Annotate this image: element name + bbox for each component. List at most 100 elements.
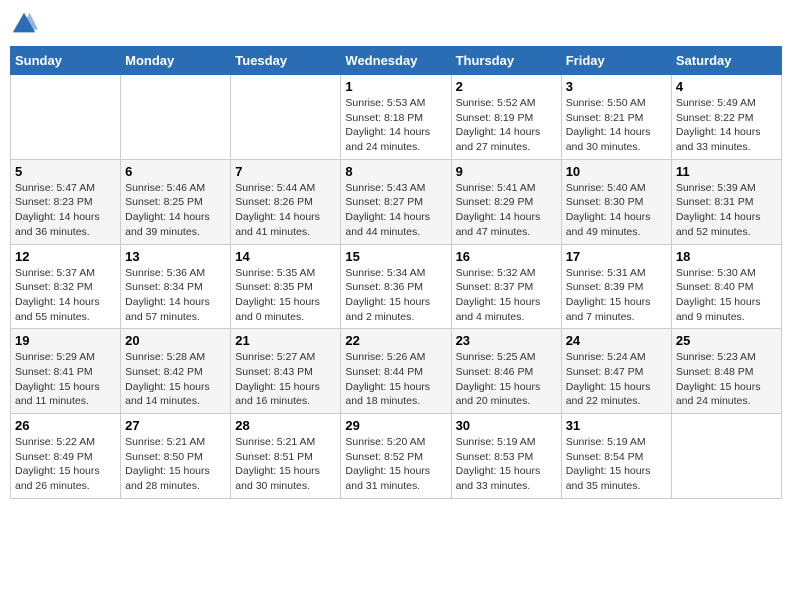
day-number: 29	[345, 418, 446, 433]
day-info: Sunrise: 5:53 AM Sunset: 8:18 PM Dayligh…	[345, 96, 446, 155]
day-number: 21	[235, 333, 336, 348]
day-number: 5	[15, 164, 116, 179]
page-header	[10, 10, 782, 38]
day-info: Sunrise: 5:19 AM Sunset: 8:54 PM Dayligh…	[566, 435, 667, 494]
day-info: Sunrise: 5:41 AM Sunset: 8:29 PM Dayligh…	[456, 181, 557, 240]
calendar-cell: 18Sunrise: 5:30 AM Sunset: 8:40 PM Dayli…	[671, 244, 781, 329]
calendar-cell: 11 Sunrise: 5:39 AM Sunset: 8:31 PM Dayli…	[671, 159, 781, 244]
day-number: 27	[125, 418, 226, 433]
day-number: 12	[15, 249, 116, 264]
day-number: 7	[235, 164, 336, 179]
weekday-header-cell: Saturday	[671, 47, 781, 75]
weekday-header-cell: Wednesday	[341, 47, 451, 75]
day-number: 31	[566, 418, 667, 433]
day-number: 11	[676, 164, 777, 179]
day-number: 30	[456, 418, 557, 433]
day-number: 1	[345, 79, 446, 94]
day-info: Sunrise: 5:40 AM Sunset: 8:30 PM Dayligh…	[566, 181, 667, 240]
weekday-header-cell: Sunday	[11, 47, 121, 75]
day-info: Sunrise: 5:34 AM Sunset: 8:36 PM Dayligh…	[345, 266, 446, 325]
day-info: Sunrise: 5:52 AM Sunset: 8:19 PM Dayligh…	[456, 96, 557, 155]
day-number: 17	[566, 249, 667, 264]
day-info: Sunrise: 5:50 AM Sunset: 8:21 PM Dayligh…	[566, 96, 667, 155]
calendar-cell: 29 Sunrise: 5:20 AM Sunset: 8:52 PM Dayli…	[341, 414, 451, 499]
day-info: Sunrise: 5:23 AM Sunset: 8:48 PM Dayligh…	[676, 350, 777, 409]
day-number: 20	[125, 333, 226, 348]
calendar-cell: 4Sunrise: 5:49 AM Sunset: 8:22 PM Daylig…	[671, 75, 781, 160]
day-info: Sunrise: 5:36 AM Sunset: 8:34 PM Dayligh…	[125, 266, 226, 325]
calendar-week-row: 5 Sunrise: 5:47 AM Sunset: 8:23 PM Daylig…	[11, 159, 782, 244]
calendar-cell: 2 Sunrise: 5:52 AM Sunset: 8:19 PM Daylig…	[451, 75, 561, 160]
day-info: Sunrise: 5:47 AM Sunset: 8:23 PM Dayligh…	[15, 181, 116, 240]
day-info: Sunrise: 5:39 AM Sunset: 8:31 PM Dayligh…	[676, 181, 777, 240]
calendar-cell: 25Sunrise: 5:23 AM Sunset: 8:48 PM Dayli…	[671, 329, 781, 414]
calendar-cell: 3 Sunrise: 5:50 AM Sunset: 8:21 PM Daylig…	[561, 75, 671, 160]
weekday-header-cell: Monday	[121, 47, 231, 75]
day-info: Sunrise: 5:49 AM Sunset: 8:22 PM Dayligh…	[676, 96, 777, 155]
calendar-cell: 13Sunrise: 5:36 AM Sunset: 8:34 PM Dayli…	[121, 244, 231, 329]
calendar-cell: 21 Sunrise: 5:27 AM Sunset: 8:43 PM Dayli…	[231, 329, 341, 414]
calendar-cell: 15 Sunrise: 5:34 AM Sunset: 8:36 PM Dayli…	[341, 244, 451, 329]
calendar-cell: 27 Sunrise: 5:21 AM Sunset: 8:50 PM Dayli…	[121, 414, 231, 499]
day-number: 18	[676, 249, 777, 264]
calendar-week-row: 19 Sunrise: 5:29 AM Sunset: 8:41 PM Dayli…	[11, 329, 782, 414]
calendar-cell: 19 Sunrise: 5:29 AM Sunset: 8:41 PM Dayli…	[11, 329, 121, 414]
day-info: Sunrise: 5:21 AM Sunset: 8:50 PM Dayligh…	[125, 435, 226, 494]
day-number: 16	[456, 249, 557, 264]
day-number: 15	[345, 249, 446, 264]
calendar-cell: 6 Sunrise: 5:46 AM Sunset: 8:25 PM Daylig…	[121, 159, 231, 244]
calendar-cell: 5 Sunrise: 5:47 AM Sunset: 8:23 PM Daylig…	[11, 159, 121, 244]
calendar-cell: 10 Sunrise: 5:40 AM Sunset: 8:30 PM Dayli…	[561, 159, 671, 244]
day-info: Sunrise: 5:20 AM Sunset: 8:52 PM Dayligh…	[345, 435, 446, 494]
day-number: 24	[566, 333, 667, 348]
day-info: Sunrise: 5:21 AM Sunset: 8:51 PM Dayligh…	[235, 435, 336, 494]
day-info: Sunrise: 5:37 AM Sunset: 8:32 PM Dayligh…	[15, 266, 116, 325]
calendar-week-row: 12 Sunrise: 5:37 AM Sunset: 8:32 PM Dayli…	[11, 244, 782, 329]
day-info: Sunrise: 5:26 AM Sunset: 8:44 PM Dayligh…	[345, 350, 446, 409]
day-number: 19	[15, 333, 116, 348]
day-info: Sunrise: 5:25 AM Sunset: 8:46 PM Dayligh…	[456, 350, 557, 409]
calendar-cell	[121, 75, 231, 160]
calendar-week-row: 1 Sunrise: 5:53 AM Sunset: 8:18 PM Daylig…	[11, 75, 782, 160]
day-info: Sunrise: 5:27 AM Sunset: 8:43 PM Dayligh…	[235, 350, 336, 409]
calendar-cell: 20 Sunrise: 5:28 AM Sunset: 8:42 PM Dayli…	[121, 329, 231, 414]
day-info: Sunrise: 5:32 AM Sunset: 8:37 PM Dayligh…	[456, 266, 557, 325]
calendar-cell: 7 Sunrise: 5:44 AM Sunset: 8:26 PM Daylig…	[231, 159, 341, 244]
day-number: 6	[125, 164, 226, 179]
calendar-cell: 16 Sunrise: 5:32 AM Sunset: 8:37 PM Dayli…	[451, 244, 561, 329]
day-info: Sunrise: 5:46 AM Sunset: 8:25 PM Dayligh…	[125, 181, 226, 240]
day-info: Sunrise: 5:29 AM Sunset: 8:41 PM Dayligh…	[15, 350, 116, 409]
weekday-header-cell: Friday	[561, 47, 671, 75]
day-info: Sunrise: 5:24 AM Sunset: 8:47 PM Dayligh…	[566, 350, 667, 409]
calendar-cell: 14 Sunrise: 5:35 AM Sunset: 8:35 PM Dayli…	[231, 244, 341, 329]
weekday-header-cell: Thursday	[451, 47, 561, 75]
calendar-cell: 24 Sunrise: 5:24 AM Sunset: 8:47 PM Dayli…	[561, 329, 671, 414]
day-info: Sunrise: 5:22 AM Sunset: 8:49 PM Dayligh…	[15, 435, 116, 494]
day-info: Sunrise: 5:19 AM Sunset: 8:53 PM Dayligh…	[456, 435, 557, 494]
day-number: 26	[15, 418, 116, 433]
logo-icon	[10, 10, 38, 38]
day-info: Sunrise: 5:31 AM Sunset: 8:39 PM Dayligh…	[566, 266, 667, 325]
day-number: 28	[235, 418, 336, 433]
calendar-cell: 28 Sunrise: 5:21 AM Sunset: 8:51 PM Dayli…	[231, 414, 341, 499]
day-number: 22	[345, 333, 446, 348]
calendar-cell: 12 Sunrise: 5:37 AM Sunset: 8:32 PM Dayli…	[11, 244, 121, 329]
day-info: Sunrise: 5:28 AM Sunset: 8:42 PM Dayligh…	[125, 350, 226, 409]
calendar-cell: 23Sunrise: 5:25 AM Sunset: 8:46 PM Dayli…	[451, 329, 561, 414]
day-number: 10	[566, 164, 667, 179]
day-number: 2	[456, 79, 557, 94]
calendar-cell	[11, 75, 121, 160]
day-number: 14	[235, 249, 336, 264]
calendar-cell: 22 Sunrise: 5:26 AM Sunset: 8:44 PM Dayli…	[341, 329, 451, 414]
weekday-header-row: SundayMondayTuesdayWednesdayThursdayFrid…	[11, 47, 782, 75]
calendar-cell: 9Sunrise: 5:41 AM Sunset: 8:29 PM Daylig…	[451, 159, 561, 244]
day-info: Sunrise: 5:35 AM Sunset: 8:35 PM Dayligh…	[235, 266, 336, 325]
calendar-cell	[231, 75, 341, 160]
calendar-body: 1 Sunrise: 5:53 AM Sunset: 8:18 PM Daylig…	[11, 75, 782, 499]
calendar-table: SundayMondayTuesdayWednesdayThursdayFrid…	[10, 46, 782, 499]
calendar-cell: 26 Sunrise: 5:22 AM Sunset: 8:49 PM Dayli…	[11, 414, 121, 499]
calendar-cell	[671, 414, 781, 499]
day-number: 3	[566, 79, 667, 94]
day-info: Sunrise: 5:44 AM Sunset: 8:26 PM Dayligh…	[235, 181, 336, 240]
weekday-header-cell: Tuesday	[231, 47, 341, 75]
